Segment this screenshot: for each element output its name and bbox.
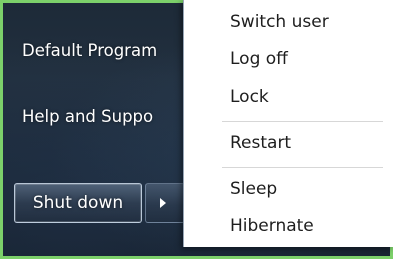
arrow-right-icon: [160, 198, 166, 208]
power-options-menu: Switch user Log off Lock Restart Sleep H…: [183, 0, 393, 247]
start-item-default-programs[interactable]: Default Program: [22, 41, 157, 60]
menu-item-hibernate[interactable]: Hibernate: [230, 216, 314, 236]
menu-item-restart[interactable]: Restart: [230, 133, 291, 153]
start-item-help-and-support[interactable]: Help and Suppo: [22, 107, 153, 126]
menu-item-lock[interactable]: Lock: [230, 87, 269, 107]
shut-down-button[interactable]: Shut down: [14, 183, 142, 223]
shut-down-label: Shut down: [32, 193, 124, 213]
menu-item-switch-user[interactable]: Switch user: [230, 12, 329, 32]
menu-item-log-off[interactable]: Log off: [230, 49, 288, 69]
shut-down-options-button[interactable]: [145, 183, 185, 223]
menu-item-sleep[interactable]: Sleep: [230, 179, 277, 199]
menu-separator: [222, 121, 383, 123]
menu-separator: [222, 167, 383, 169]
